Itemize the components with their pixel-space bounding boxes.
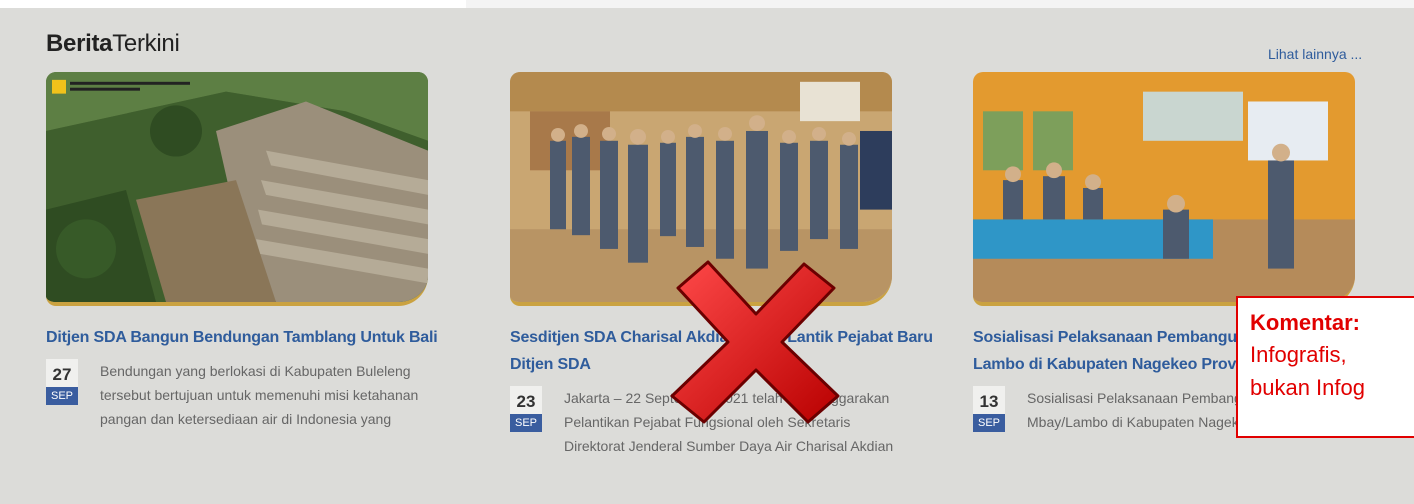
date-month: SEP [510, 414, 542, 432]
news-meta: 27 SEP Bendungan yang berlokasi di Kabup… [46, 359, 486, 431]
section-title-rest: Terkini [112, 30, 180, 57]
comment-heading: Komentar: [1250, 310, 1361, 335]
news-title[interactable]: Ditjen SDA Bangun Bendungan Tamblang Unt… [46, 324, 486, 351]
date-month: SEP [46, 387, 78, 405]
section-title: BeritaTerkini [46, 30, 180, 58]
date-badge: 27 SEP [46, 359, 78, 431]
dam-photo [46, 72, 428, 302]
date-day: 23 [510, 386, 542, 414]
date-day: 27 [46, 359, 78, 387]
ministry-logo-icon [52, 79, 66, 94]
section-title-bold: Berita [46, 30, 113, 57]
red-x-icon [670, 260, 840, 424]
comment-line-2: bukan Infog [1250, 375, 1365, 400]
date-badge: 13 SEP [973, 386, 1005, 434]
see-more-link[interactable]: Lihat lainnya ... [1268, 46, 1362, 62]
news-thumbnail-meeting[interactable] [973, 72, 1355, 306]
date-badge: 23 SEP [510, 386, 542, 458]
meeting-photo [973, 72, 1355, 302]
date-day: 13 [973, 386, 1005, 414]
date-month: SEP [973, 414, 1005, 432]
news-thumbnail-dam[interactable] [46, 72, 428, 306]
top-strip [0, 0, 1414, 8]
news-excerpt: Bendungan yang berlokasi di Kabupaten Bu… [100, 363, 419, 427]
comment-line-1: Infografis, [1250, 342, 1347, 367]
comment-annotation: Komentar: Infografis, bukan Infog [1236, 296, 1414, 438]
news-card[interactable]: Ditjen SDA Bangun Bendungan Tamblang Unt… [46, 72, 486, 431]
